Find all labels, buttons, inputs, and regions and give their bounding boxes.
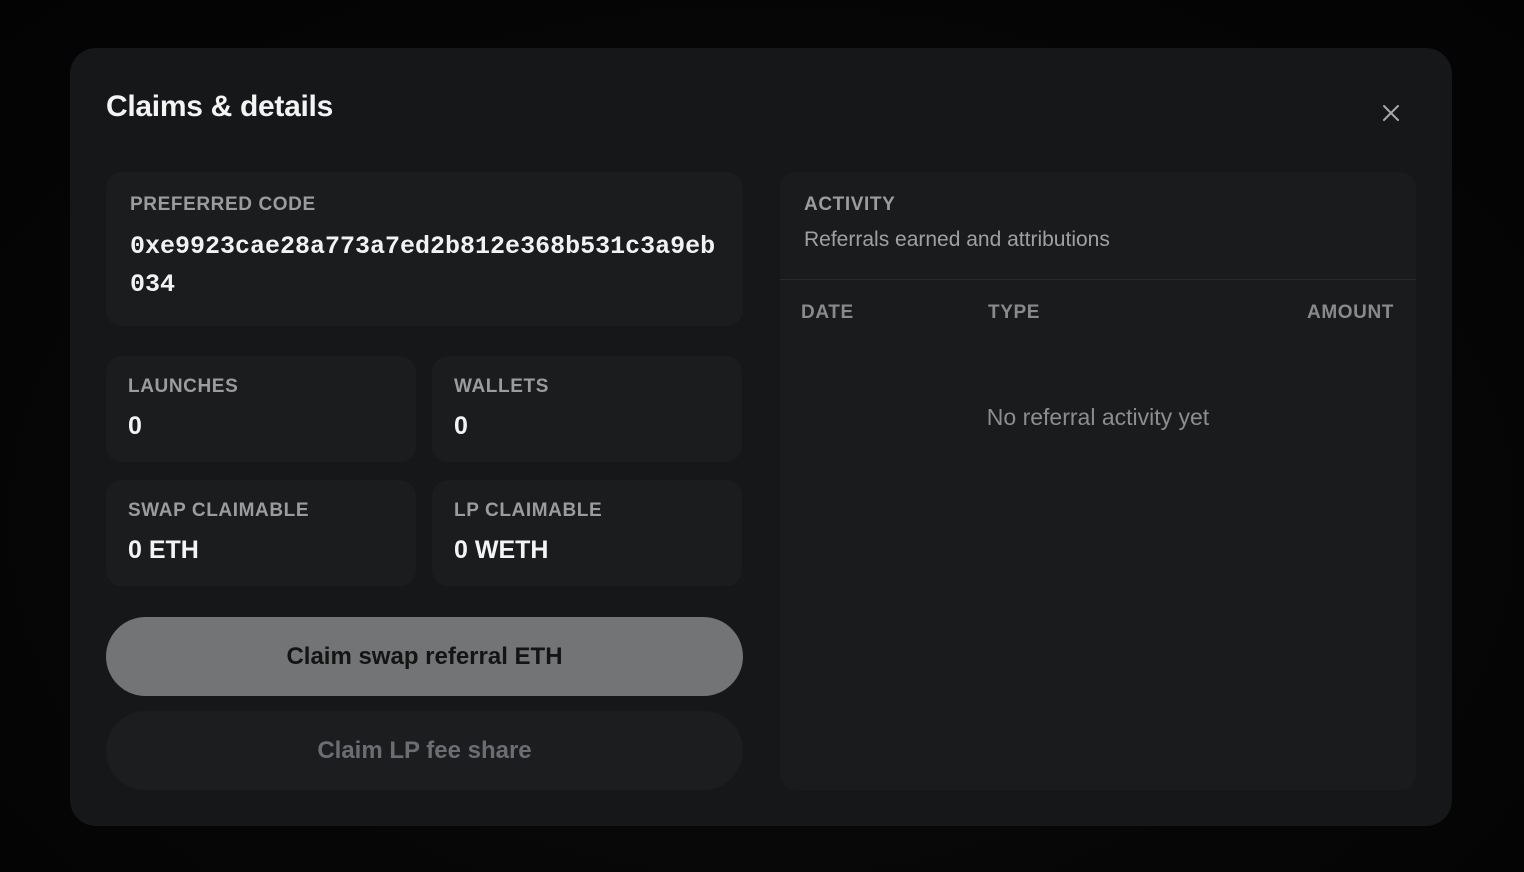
modal-title: Claims & details: [106, 90, 333, 123]
activity-empty-message: No referral activity yet: [986, 404, 1210, 430]
activity-title: ACTIVITY: [804, 194, 896, 215]
close-icon: [1383, 105, 1399, 121]
claim-swap-referral-button[interactable]: Claim swap referral ETH: [106, 617, 743, 696]
close-button[interactable]: [1374, 96, 1408, 130]
column-header-amount[interactable]: AMOUNT: [1307, 302, 1394, 324]
lp-claimable-card: LP CLAIMABLE 0 WETH: [432, 480, 742, 586]
swap-claimable-value: 0 ETH: [128, 536, 199, 564]
column-header-type[interactable]: TYPE: [988, 302, 1040, 324]
preferred-code-label: PREFERRED CODE: [130, 194, 316, 215]
launches-label: LAUNCHES: [128, 376, 239, 397]
wallets-value: 0: [454, 412, 468, 440]
column-header-date[interactable]: DATE: [801, 302, 854, 324]
wallets-card: WALLETS 0: [432, 356, 742, 462]
activity-panel: ACTIVITY Referrals earned and attributio…: [780, 172, 1416, 790]
claim-lp-fee-share-button[interactable]: Claim LP fee share: [106, 711, 743, 790]
preferred-code-card: PREFERRED CODE 0xe9923cae28a773a7ed2b812…: [106, 172, 743, 326]
claims-modal: Claims & details PREFERRED CODE 0xe9923c…: [70, 48, 1452, 826]
lp-claimable-label: LP CLAIMABLE: [454, 500, 603, 521]
launches-value: 0: [128, 412, 142, 440]
activity-table-header: DATE TYPE AMOUNT: [780, 280, 1416, 344]
swap-claimable-label: SWAP CLAIMABLE: [128, 500, 310, 521]
launches-card: LAUNCHES 0: [106, 356, 416, 462]
swap-claimable-card: SWAP CLAIMABLE 0 ETH: [106, 480, 416, 586]
activity-header: ACTIVITY Referrals earned and attributio…: [780, 172, 1416, 280]
activity-subtitle: Referrals earned and attributions: [804, 228, 1110, 251]
lp-claimable-value: 0 WETH: [454, 536, 549, 564]
wallets-label: WALLETS: [454, 376, 549, 397]
preferred-code-value: 0xe9923cae28a773a7ed2b812e368b531c3a9eb0…: [130, 232, 716, 299]
